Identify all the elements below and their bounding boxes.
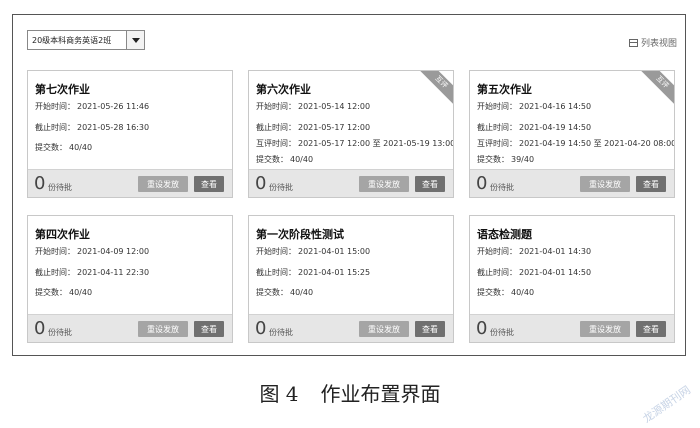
card-submitted: 提交数： 40/40 <box>256 288 314 297</box>
card-submitted: 提交数： 40/40 <box>477 288 535 297</box>
redo-distribution-button[interactable]: 重设发放 <box>359 321 409 337</box>
card-start-time: 开始时间： 2021-05-26 11:46 <box>35 102 150 111</box>
pending-count: 0 <box>34 318 46 339</box>
pending-label: 份待批 <box>269 183 293 192</box>
class-select-value: 20级本科商务英语2班 <box>32 35 112 45</box>
card-peer-review-time: 互评时间： 2021-04-19 14:50 至 2021-04-20 08:00 <box>477 139 675 148</box>
assignment-card-6: 语态检测题 开始时间： 2021-04-01 14:30 截止时间： 2021-04… <box>469 215 675 343</box>
redo-distribution-button[interactable]: 重设发放 <box>138 321 188 337</box>
view-button[interactable]: 查看 <box>636 321 666 337</box>
card-deadline: 截止时间： 2021-04-01 15:25 <box>256 268 371 277</box>
figure-caption-text: 作业布置界面 <box>320 382 441 406</box>
redo-distribution-button[interactable]: 重设发放 <box>138 176 188 192</box>
pending-count: 0 <box>255 173 267 194</box>
card-submitted: 提交数： 40/40 <box>35 143 93 152</box>
peer-review-badge: 互评 <box>636 71 674 109</box>
card-start-time: 开始时间： 2021-04-01 15:00 <box>256 247 371 256</box>
card-deadline: 截止时间： 2021-04-19 14:50 <box>477 123 592 132</box>
card-peer-review-time: 互评时间： 2021-05-17 12:00 至 2021-05-19 13:00 <box>256 139 454 148</box>
card-footer: 0 份待批 重设发放 查看 <box>249 314 453 342</box>
card-deadline: 截止时间： 2021-05-28 16:30 <box>35 123 150 132</box>
pending-label: 份待批 <box>48 328 72 337</box>
card-start-time: 开始时间： 2021-05-14 12:00 <box>256 102 371 111</box>
view-button[interactable]: 查看 <box>415 176 445 192</box>
figure-label: 图 4 <box>259 382 299 406</box>
pending-count: 0 <box>255 318 267 339</box>
view-button[interactable]: 查看 <box>194 176 224 192</box>
card-submitted: 提交数： 40/40 <box>35 288 93 297</box>
redo-distribution-button[interactable]: 重设发放 <box>359 176 409 192</box>
class-select-toggle[interactable] <box>126 31 144 49</box>
card-start-time: 开始时间： 2021-04-01 14:30 <box>477 247 592 256</box>
class-select[interactable]: 20级本科商务英语2班 <box>27 30 145 50</box>
card-start-time: 开始时间： 2021-04-16 14:50 <box>477 102 592 111</box>
pending-label: 份待批 <box>490 183 514 192</box>
card-deadline: 截止时间： 2021-05-17 12:00 <box>256 123 371 132</box>
redo-distribution-button[interactable]: 重设发放 <box>580 321 630 337</box>
pending-count: 0 <box>476 318 488 339</box>
card-deadline: 截止时间： 2021-04-11 22:30 <box>35 268 150 277</box>
card-footer: 0 份待批 重设发放 查看 <box>28 314 232 342</box>
list-view-label: 列表视图 <box>640 39 677 49</box>
assignment-panel: 20级本科商务英语2班 列表视图 第七次作业 开始时间： 2021-05-26 1… <box>12 14 686 356</box>
assignment-card-3: 互评 第五次作业 开始时间： 2021-04-16 14:50 截止时间： 2021… <box>469 70 675 198</box>
card-submitted: 提交数： 40/40 <box>256 155 314 164</box>
assignment-card-4: 第四次作业 开始时间： 2021-04-09 12:00 截止时间： 2021-04… <box>27 215 233 343</box>
pending-label: 份待批 <box>269 328 293 337</box>
card-title: 语态检测题 <box>477 228 532 241</box>
assignment-card-1: 第七次作业 开始时间： 2021-05-26 11:46 截止时间： 2021-05… <box>27 70 233 198</box>
pending-label: 份待批 <box>48 183 72 192</box>
view-button[interactable]: 查看 <box>415 321 445 337</box>
list-view-icon <box>628 38 638 47</box>
card-title: 第七次作业 <box>35 83 90 96</box>
card-footer: 0 份待批 重设发放 查看 <box>249 169 453 197</box>
view-button[interactable]: 查看 <box>636 176 666 192</box>
peer-review-badge: 互评 <box>415 71 453 109</box>
card-submitted: 提交数： 39/40 <box>477 155 535 164</box>
card-title: 第六次作业 <box>256 83 311 96</box>
assignment-card-2: 互评 第六次作业 开始时间： 2021-05-14 12:00 截止时间： 2021… <box>248 70 454 198</box>
pending-count: 0 <box>476 173 488 194</box>
card-footer: 0 份待批 重设发放 查看 <box>470 314 674 342</box>
assignment-card-5: 第一次阶段性测试 开始时间： 2021-04-01 15:00 截止时间： 2021… <box>248 215 454 343</box>
card-footer: 0 份待批 重设发放 查看 <box>28 169 232 197</box>
view-button[interactable]: 查看 <box>194 321 224 337</box>
triangle-down-icon <box>131 37 140 43</box>
pending-label: 份待批 <box>490 328 514 337</box>
list-view-button[interactable]: 列表视图 <box>628 36 677 49</box>
card-title: 第五次作业 <box>477 83 532 96</box>
figure-caption: 图 4 作业布置界面 <box>0 378 700 407</box>
card-start-time: 开始时间： 2021-04-09 12:00 <box>35 247 150 256</box>
card-deadline: 截止时间： 2021-04-01 14:50 <box>477 268 592 277</box>
card-footer: 0 份待批 重设发放 查看 <box>470 169 674 197</box>
card-title: 第四次作业 <box>35 228 90 241</box>
redo-distribution-button[interactable]: 重设发放 <box>580 176 630 192</box>
card-title: 第一次阶段性测试 <box>256 228 344 241</box>
pending-count: 0 <box>34 173 46 194</box>
